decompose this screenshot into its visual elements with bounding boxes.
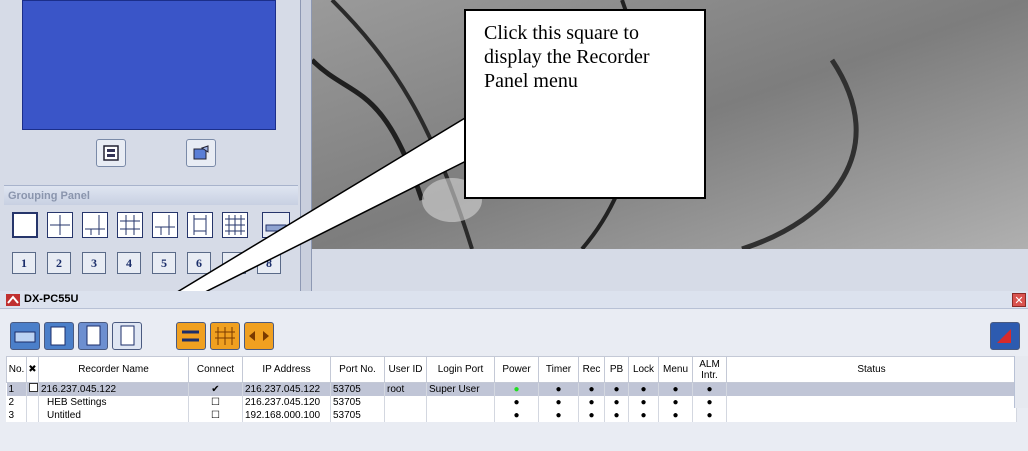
cell-lock: ● — [628, 395, 659, 409]
cell-lock: ● — [628, 408, 659, 422]
col-port-no[interactable]: Port No. — [330, 356, 385, 383]
cell-rec: ● — [578, 395, 605, 409]
settings-icon — [50, 326, 66, 346]
cell-connect[interactable]: ☐ — [188, 395, 243, 409]
col-recorder-name[interactable]: Recorder Name — [38, 356, 189, 383]
cell-select[interactable] — [26, 382, 39, 396]
cell-user — [384, 408, 427, 422]
col-user-id[interactable]: User ID — [384, 356, 427, 383]
cell-power: ● — [494, 408, 539, 422]
cell-recorder-name[interactable]: Untitled — [38, 408, 189, 422]
cell-menu: ● — [658, 395, 693, 409]
cell-connect[interactable]: ✔ — [188, 382, 243, 396]
callout-text: Click this square to display the Recorde… — [484, 22, 650, 92]
recorder-settings-button[interactable] — [44, 322, 74, 350]
cell-ip: 216.237.045.120 — [242, 395, 331, 409]
col-power[interactable]: Power — [494, 356, 539, 383]
cell-user: root — [384, 382, 427, 396]
cell-recorder-name[interactable]: 216.237.045.122 — [38, 382, 189, 396]
cell-ip: 216.237.045.122 — [242, 382, 331, 396]
cell-alm: ● — [692, 395, 727, 409]
document-icon — [120, 325, 135, 346]
cell-pb: ● — [604, 395, 629, 409]
cell-menu: ● — [658, 408, 693, 422]
cell-power: ● — [494, 382, 539, 396]
col-status[interactable]: Status — [726, 356, 1017, 383]
instruction-callout: Click this square to display the Recorde… — [464, 9, 706, 199]
recorder-icon — [14, 331, 36, 343]
col-alm-intr[interactable]: ALM Intr. — [692, 356, 727, 383]
cell-connect[interactable]: ☐ — [188, 408, 243, 422]
col-menu[interactable]: Menu — [658, 356, 693, 383]
cell-lock: ● — [628, 382, 659, 396]
cell-status — [726, 382, 1017, 396]
tools-icon: ✖ — [28, 364, 37, 375]
recorder-list-button[interactable] — [10, 322, 40, 350]
col-login-port[interactable]: Login Port — [426, 356, 495, 383]
cell-ip: 192.168.000.100 — [242, 408, 331, 422]
cell-alm: ● — [692, 382, 727, 396]
cell-timer: ● — [538, 408, 579, 422]
cell-port: 53705 — [330, 382, 385, 396]
cell-menu: ● — [658, 382, 693, 396]
cell-port: 53705 — [330, 408, 385, 422]
cell-power: ● — [494, 395, 539, 409]
cell-timer: ● — [538, 382, 579, 396]
col-no[interactable]: No. — [6, 356, 27, 383]
cell-login: Super User — [426, 382, 495, 396]
cell-alm: ● — [692, 408, 727, 422]
col-rec[interactable]: Rec — [578, 356, 605, 383]
switch-icon — [182, 330, 199, 342]
table-scrollbar[interactable] — [1014, 356, 1028, 408]
cell-rec: ● — [578, 382, 605, 396]
cell-status — [726, 408, 1017, 422]
cell-select[interactable] — [26, 408, 39, 422]
playback-button[interactable] — [244, 322, 274, 350]
exit-icon — [997, 329, 1011, 343]
app-logo-icon — [6, 294, 20, 306]
cell-no: 3 — [6, 408, 27, 422]
recorder-copy-button[interactable] — [78, 322, 108, 350]
cell-status — [726, 395, 1017, 409]
recorder-document-button[interactable] — [112, 322, 142, 350]
copy-icon — [86, 325, 101, 346]
recorder-table: No. ✖ Recorder Name Connect IP Address P… — [6, 356, 1017, 422]
cell-select[interactable] — [26, 395, 39, 409]
close-icon: ✕ — [1014, 295, 1024, 307]
cell-no: 1 — [6, 382, 27, 396]
col-connect[interactable]: Connect — [188, 356, 243, 383]
cell-timer: ● — [538, 395, 579, 409]
cell-port: 53705 — [330, 395, 385, 409]
exit-button[interactable] — [990, 322, 1020, 350]
table-row[interactable]: 2 HEB Settings ☐ 216.237.045.120 53705 ●… — [6, 395, 1017, 409]
recorder-panel-title: DX-PC55U — [24, 293, 79, 305]
grid-icon — [215, 327, 235, 345]
table-row[interactable]: 3 Untitled ☐ 192.168.000.100 53705 ● ● ●… — [6, 408, 1017, 422]
table-header-row: No. ✖ Recorder Name Connect IP Address P… — [6, 356, 1017, 383]
cell-pb: ● — [604, 382, 629, 396]
arrows-icon — [249, 331, 269, 341]
recorder-panel-titlebar: DX-PC55U — [0, 291, 1028, 309]
multi-view-button[interactable] — [210, 322, 240, 350]
cell-rec: ● — [578, 408, 605, 422]
select-checkbox[interactable] — [29, 383, 38, 393]
col-ip-address[interactable]: IP Address — [242, 356, 331, 383]
col-lock[interactable]: Lock — [628, 356, 659, 383]
table-row[interactable]: 1 216.237.045.122 ✔ 216.237.045.122 5370… — [6, 382, 1017, 396]
close-button[interactable]: ✕ — [1012, 293, 1026, 307]
cell-no: 2 — [6, 395, 27, 409]
cell-pb: ● — [604, 408, 629, 422]
cell-login — [426, 395, 495, 409]
cell-recorder-name[interactable]: HEB Settings — [38, 395, 189, 409]
cell-login — [426, 408, 495, 422]
col-tool[interactable]: ✖ — [26, 356, 39, 383]
col-pb[interactable]: PB — [604, 356, 629, 383]
cell-user — [384, 395, 427, 409]
col-timer[interactable]: Timer — [538, 356, 579, 383]
switch-recorder-button[interactable] — [176, 322, 206, 350]
